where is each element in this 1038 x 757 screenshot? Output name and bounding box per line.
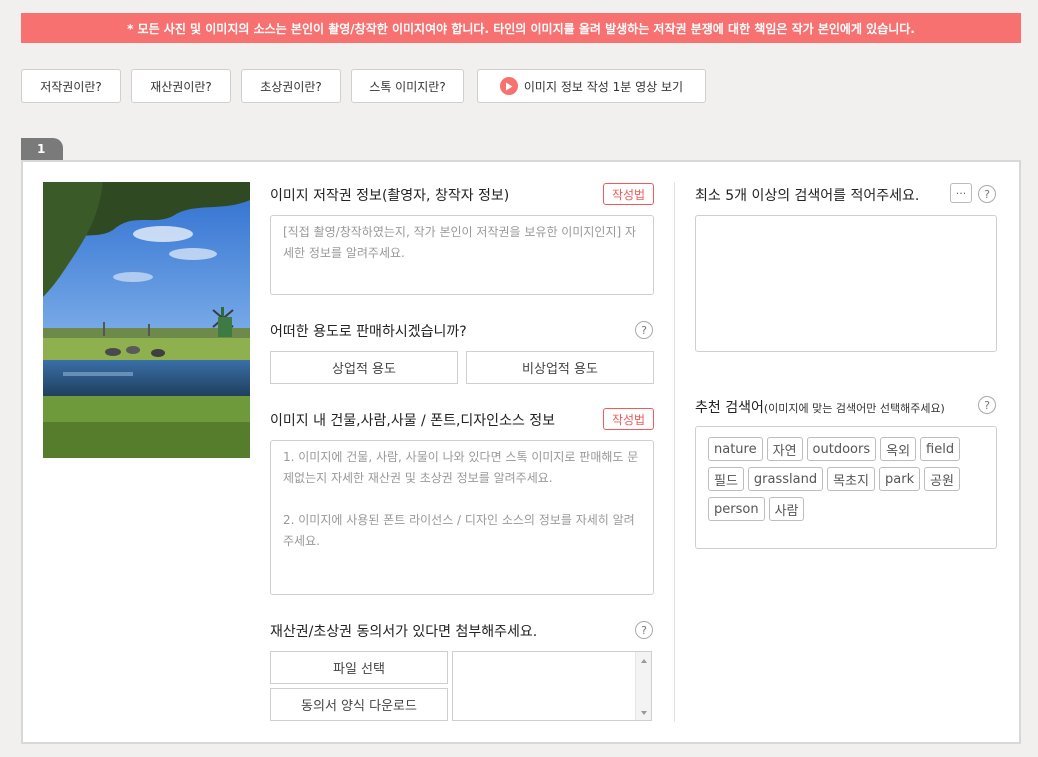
video-guide-button[interactable]: 이미지 정보 작성 1분 영상 보기 xyxy=(477,69,706,103)
recommended-help-icon[interactable]: ? xyxy=(978,396,996,414)
consent-help-icon[interactable]: ? xyxy=(635,621,653,639)
keywords-help-icon[interactable]: ? xyxy=(978,185,996,203)
keyword-tag[interactable]: park xyxy=(879,467,921,491)
keyword-tag[interactable]: 자연 xyxy=(766,437,803,461)
video-guide-label: 이미지 정보 작성 1분 영상 보기 xyxy=(523,79,684,94)
keywords-label: 최소 5개 이상의 검색어를 적어주세요. xyxy=(695,188,920,204)
keyword-tag[interactable]: 목초지 xyxy=(827,467,875,491)
recommended-tags-box: nature 자연 outdoors 옥외 field 필드 grassland… xyxy=(695,426,997,549)
copyright-notice-banner: * 모든 사진 및 이미지의 소스는 본인이 촬영/창작한 이미지여야 합니다.… xyxy=(21,13,1021,43)
copyright-info-label: 이미지 저작권 정보(촬영자, 창작자 정보) xyxy=(270,188,510,204)
keyword-tag[interactable]: nature xyxy=(708,437,763,461)
recommended-sublabel: (이미지에 맞는 검색어만 선택해주세요) xyxy=(763,402,945,415)
keyword-tag[interactable]: grassland xyxy=(747,467,824,491)
column-divider xyxy=(674,182,675,722)
usage-help-icon[interactable]: ? xyxy=(635,321,653,339)
keywords-more-button[interactable]: ··· xyxy=(950,183,972,203)
file-list-scrollbar[interactable] xyxy=(635,652,651,720)
item-number-tab: 1 xyxy=(21,138,63,160)
copyright-info-input[interactable]: [직접 촬영/창작하였는지, 작가 본인이 저작권을 보유한 이미지인지] 자세… xyxy=(270,215,654,295)
help-button-property-rights[interactable]: 재산권이란? xyxy=(131,69,231,103)
uploaded-image-thumbnail xyxy=(43,182,250,458)
usage-question-label: 어떠한 용도로 판매하시겠습니까? xyxy=(270,324,467,340)
rights-info-label: 이미지 내 건물,사람,사물 / 폰트,디자인소스 정보 xyxy=(270,413,556,429)
rights-info-input[interactable]: 1. 이미지에 건물, 사람, 사물이 나와 있다면 스톡 이미지로 판매해도 … xyxy=(270,440,654,595)
attached-file-list[interactable] xyxy=(452,651,652,721)
rights-placeholder-line-2: 2. 이미지에 사용된 폰트 라이선스 / 디자인 소스의 정보를 자세히 알려… xyxy=(283,513,635,548)
commercial-use-option[interactable]: 상업적 용도 xyxy=(270,351,458,384)
recommended-tags: nature 자연 outdoors 옥외 field 필드 grassland… xyxy=(696,427,996,531)
keyword-tag[interactable]: field xyxy=(920,437,961,461)
keyword-tag[interactable]: 옥외 xyxy=(880,437,917,461)
rights-guide-button[interactable]: 작성법 xyxy=(603,408,654,430)
help-button-stock-image[interactable]: 스톡 이미지란? xyxy=(351,69,464,103)
play-icon xyxy=(499,77,518,95)
consent-form-download-button[interactable]: 동의서 양식 다운로드 xyxy=(270,688,448,721)
keyword-tag[interactable]: person xyxy=(708,497,765,521)
keyword-tag[interactable]: outdoors xyxy=(806,437,877,461)
keyword-tag[interactable]: 공원 xyxy=(924,467,961,491)
help-button-portrait-rights[interactable]: 초상권이란? xyxy=(241,69,341,103)
rights-placeholder-line-1: 1. 이미지에 건물, 사람, 사물이 나와 있다면 스톡 이미지로 판매해도 … xyxy=(283,450,639,485)
copyright-guide-button[interactable]: 작성법 xyxy=(603,183,654,205)
recommended-keywords-label: 추천 검색어(이미지에 맞는 검색어만 선택해주세요) xyxy=(695,397,945,417)
recommended-title: 추천 검색어 xyxy=(695,400,764,416)
keyword-tag[interactable]: 필드 xyxy=(708,467,744,491)
file-select-button[interactable]: 파일 선택 xyxy=(270,651,448,684)
keyword-tag[interactable]: 사람 xyxy=(768,497,805,521)
non-commercial-use-option[interactable]: 비상업적 용도 xyxy=(466,351,654,384)
help-button-copyright[interactable]: 저작권이란? xyxy=(21,69,121,103)
consent-attach-label: 재산권/초상권 동의서가 있다면 첨부해주세요. xyxy=(270,624,538,640)
keywords-input[interactable] xyxy=(695,215,997,352)
